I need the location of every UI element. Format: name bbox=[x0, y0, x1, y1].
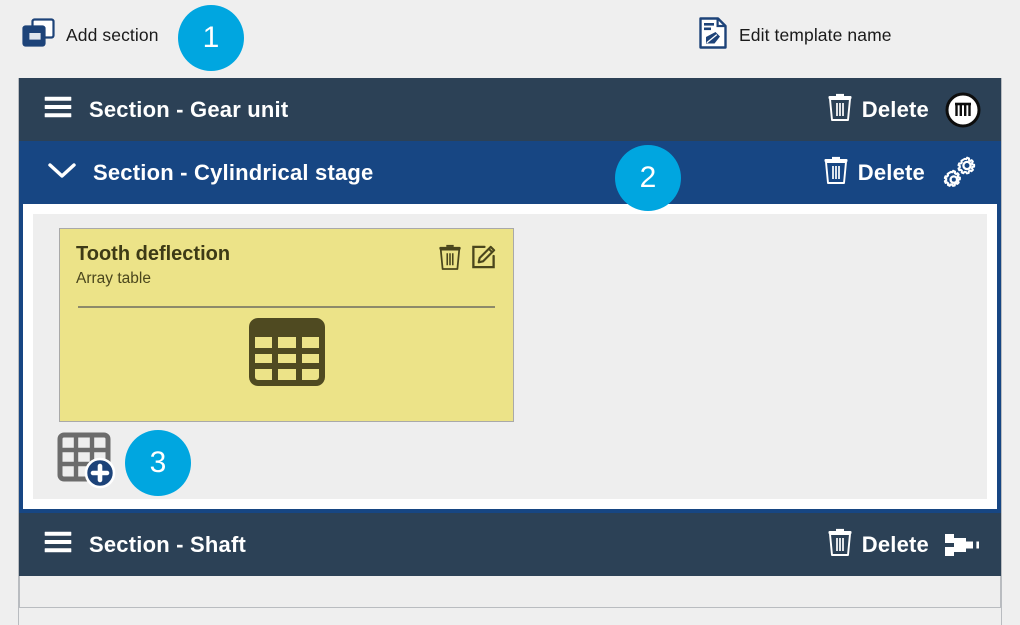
item-card-divider bbox=[78, 306, 495, 308]
add-table-icon bbox=[57, 432, 116, 489]
item-card-tooth-deflection[interactable]: Tooth deflection Array table bbox=[59, 228, 514, 422]
section-gear-unit-header[interactable]: Section - Gear unit Delete bbox=[19, 78, 1001, 141]
section-cylindrical-stage-actions: Delete bbox=[823, 141, 979, 204]
add-section-icon bbox=[22, 18, 56, 53]
delete-section-cylindrical-stage-button[interactable]: Delete bbox=[823, 155, 925, 190]
section-cylindrical-stage-header[interactable]: Section - Cylindrical stage Delete bbox=[23, 141, 997, 204]
add-section-button[interactable]: Add section bbox=[22, 18, 159, 53]
edit-template-name-button[interactable]: Edit template name bbox=[698, 16, 892, 55]
gear-unit-icon bbox=[943, 92, 983, 128]
section-gear-unit-actions: Delete bbox=[827, 78, 983, 141]
hamburger-icon[interactable] bbox=[43, 94, 73, 125]
callout-badge-1: 1 bbox=[178, 5, 244, 71]
section-shaft-left: Section - Shaft bbox=[19, 529, 246, 560]
trash-icon bbox=[823, 155, 849, 190]
item-card-title: Tooth deflection bbox=[76, 243, 231, 265]
item-card-subtitle: Array table bbox=[76, 270, 151, 287]
pencil-square-icon[interactable] bbox=[470, 243, 497, 276]
sections-list: Section - Gear unit Delete Section - Cyl… bbox=[18, 78, 1002, 625]
delete-section-shaft-button[interactable]: Delete bbox=[827, 527, 929, 562]
gears-icon bbox=[939, 154, 979, 192]
delete-section-gear-unit-button[interactable]: Delete bbox=[827, 92, 929, 127]
section-shaft-actions: Delete bbox=[827, 513, 983, 576]
item-card-text: Tooth deflection Array table bbox=[76, 243, 230, 288]
item-card-header: Tooth deflection Array table bbox=[76, 243, 497, 288]
chevron-down-icon[interactable] bbox=[47, 157, 77, 188]
add-array-table-button[interactable] bbox=[57, 432, 119, 495]
item-card-figure bbox=[76, 318, 497, 391]
add-section-label: Add section bbox=[66, 25, 159, 45]
top-toolbar: Add section Edit template name bbox=[0, 0, 1020, 72]
callout-badge-3: 3 bbox=[125, 430, 191, 496]
section-shaft-title: Section - Shaft bbox=[89, 531, 247, 557]
hamburger-icon[interactable] bbox=[43, 529, 73, 560]
delete-section-gear-unit-label: Delete bbox=[861, 96, 929, 122]
callout-badge-2: 2 bbox=[615, 145, 681, 211]
trash-icon bbox=[827, 527, 853, 562]
edit-template-name-label: Edit template name bbox=[739, 25, 892, 45]
edit-document-icon bbox=[698, 16, 729, 55]
section-shaft-collapsed-body bbox=[19, 576, 1001, 608]
trash-icon[interactable] bbox=[438, 243, 462, 276]
shaft-icon bbox=[943, 530, 983, 560]
delete-section-shaft-label: Delete bbox=[861, 531, 929, 557]
section-shaft-header[interactable]: Section - Shaft Delete bbox=[19, 513, 1001, 576]
section-gear-unit-left: Section - Gear unit bbox=[19, 94, 288, 125]
table-icon bbox=[248, 318, 325, 391]
item-card-actions bbox=[438, 243, 497, 276]
trash-icon bbox=[827, 92, 853, 127]
section-cylindrical-stage-left: Section - Cylindrical stage bbox=[23, 157, 373, 188]
section-cylindrical-stage-title: Section - Cylindrical stage bbox=[93, 159, 374, 185]
section-gear-unit-title: Section - Gear unit bbox=[89, 96, 289, 122]
delete-section-cylindrical-stage-label: Delete bbox=[857, 159, 925, 185]
